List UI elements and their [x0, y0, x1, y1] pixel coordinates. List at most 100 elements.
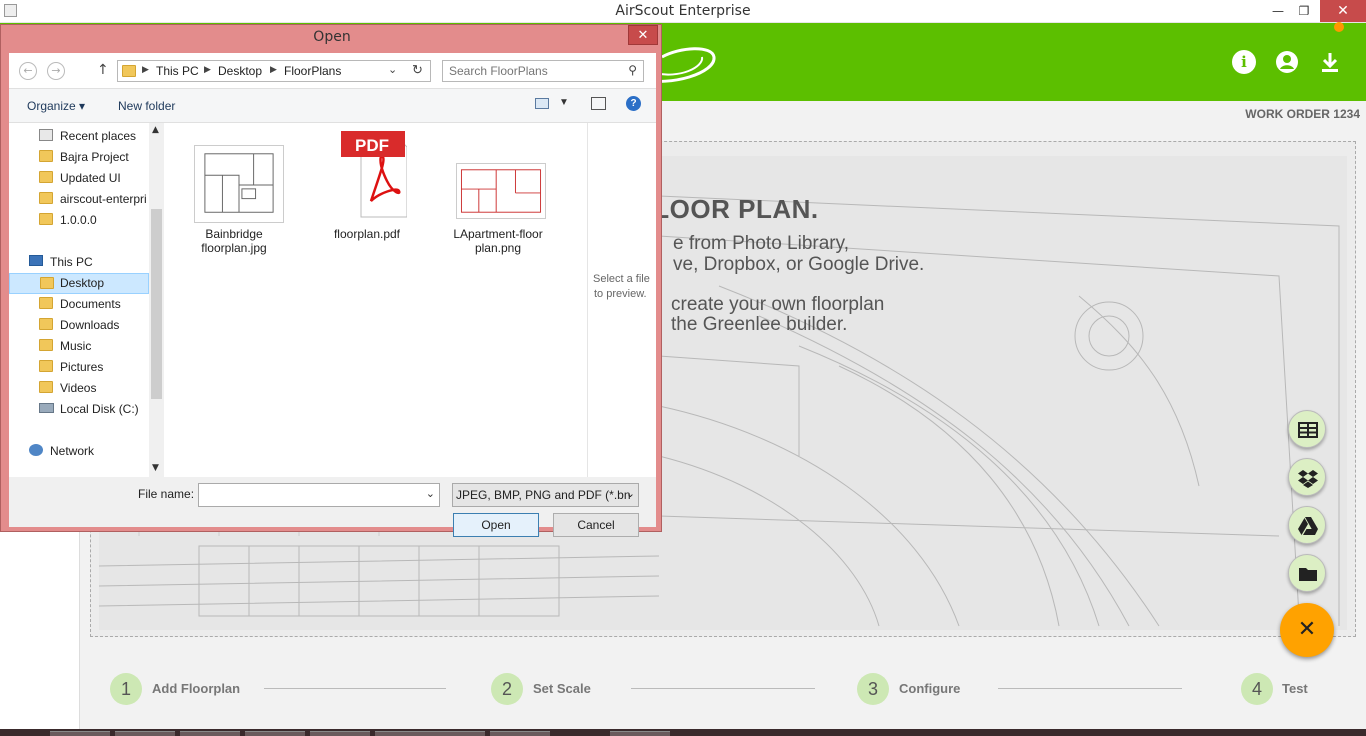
chevron-down-icon[interactable]: ⌄: [626, 487, 635, 500]
file-name-field[interactable]: ⌄: [198, 483, 440, 507]
file-name-input[interactable]: [203, 487, 413, 501]
step-4-circle: 4: [1241, 673, 1273, 705]
file-type-select[interactable]: JPEG, BMP, PNG and PDF (*.bn ⌄: [452, 483, 639, 507]
folder-icon: [39, 171, 53, 183]
chevron-down-icon[interactable]: ⌄: [426, 487, 435, 500]
folder-icon: [39, 297, 53, 309]
file-name-line-2: floorplan.jpg: [201, 241, 267, 255]
taskbar-button[interactable]: [180, 731, 240, 736]
window-title: AirScout Enterprise: [615, 3, 751, 19]
dialog-close-button[interactable]: ✕: [628, 25, 658, 45]
scroll-down-icon[interactable]: ▼: [152, 463, 159, 473]
nav-item-downloads[interactable]: Downloads: [9, 315, 149, 336]
taskbar-button[interactable]: [425, 731, 485, 736]
nav-item-label: airscout-enterpri: [60, 192, 147, 206]
back-button[interactable]: ←: [19, 62, 37, 80]
forward-button[interactable]: →: [47, 62, 65, 80]
step-divider: [998, 688, 1182, 689]
nav-item-local-disk[interactable]: Local Disk (C:): [9, 399, 149, 420]
search-input[interactable]: [449, 64, 619, 78]
nav-item-airscout-enterprise[interactable]: airscout-enterpri: [9, 189, 149, 210]
taskbar-button[interactable]: [115, 731, 175, 736]
folder-icon: [39, 318, 53, 330]
preview-pane-icon[interactable]: [591, 97, 606, 110]
scroll-up-icon[interactable]: ▲: [152, 125, 159, 135]
nav-item-network[interactable]: Network: [9, 441, 149, 462]
close-fab-menu-button[interactable]: ✕: [1280, 603, 1334, 657]
file-name-line-1: Bainbridge: [205, 227, 263, 241]
address-row: ← → ↑ ▶ This PC ▶ Desktop ▶ FloorPlans ⌄…: [9, 53, 656, 89]
download-icon[interactable]: [1318, 50, 1342, 74]
nav-item-documents[interactable]: Documents: [9, 294, 149, 315]
breadcrumb-chevron-icon: ▶: [204, 64, 211, 74]
scrollbar-thumb[interactable]: [151, 209, 162, 399]
nav-item-this-pc[interactable]: This PC: [9, 252, 149, 273]
breadcrumb-desktop[interactable]: Desktop: [218, 64, 262, 78]
new-folder-button[interactable]: New folder: [118, 99, 175, 113]
nav-item-videos[interactable]: Videos: [9, 378, 149, 399]
cancel-button[interactable]: Cancel: [553, 513, 639, 537]
chevron-down-icon[interactable]: ▼: [559, 97, 569, 108]
nav-item-updated-ui[interactable]: Updated UI: [9, 168, 149, 189]
nav-item-label: Desktop: [60, 276, 105, 290]
folder-icon: [122, 65, 136, 77]
floorplan-thumbnail-image: [194, 145, 284, 223]
account-icon[interactable]: [1275, 50, 1299, 74]
nav-item-recent-places[interactable]: Recent places: [9, 126, 149, 147]
builder-fab[interactable]: [1288, 410, 1326, 448]
file-item-floorplan-pdf[interactable]: PDF floorplan.pdf: [317, 131, 417, 241]
nav-item-label: Updated UI: [60, 171, 121, 185]
folder-icon: [39, 339, 53, 351]
help-icon[interactable]: ?: [626, 96, 641, 111]
search-field[interactable]: ⚲: [442, 60, 644, 82]
up-arrow-icon[interactable]: ↑: [97, 62, 109, 78]
step-divider: [631, 688, 815, 689]
nav-item-1000[interactable]: 1.0.0.0: [9, 210, 149, 231]
window-close-button[interactable]: ✕: [1320, 0, 1366, 22]
taskbar-button[interactable]: [490, 731, 550, 736]
pdf-file-icon: PDF: [341, 131, 407, 218]
drop-zone-line-1: e from Photo Library,: [673, 233, 850, 254]
nav-item-label: Music: [60, 339, 92, 353]
breadcrumb-chevron-icon: ▶: [270, 64, 277, 74]
file-item-lapartment[interactable]: LApartment-floor plan.png: [448, 159, 548, 259]
local-folder-fab[interactable]: [1288, 554, 1326, 592]
breadcrumb-floorplans[interactable]: FloorPlans: [284, 64, 341, 78]
nav-item-music[interactable]: Music: [9, 336, 149, 357]
google-drive-icon: [1298, 517, 1318, 535]
nav-item-label: This PC: [50, 255, 93, 269]
google-drive-fab[interactable]: [1288, 506, 1326, 544]
taskbar-button[interactable]: [50, 731, 110, 736]
nav-scrollbar[interactable]: ▲ ▼: [149, 123, 164, 477]
taskbar-button[interactable]: [245, 731, 305, 736]
nav-item-label: Network: [50, 444, 95, 458]
step-2-label: Set Scale: [533, 681, 591, 696]
window-title-bar: AirScout Enterprise — ❐ ✕: [0, 0, 1366, 23]
nav-item-pictures[interactable]: Pictures: [9, 357, 149, 378]
open-button[interactable]: Open: [453, 513, 539, 537]
maximize-button[interactable]: ❐: [1290, 0, 1318, 22]
drop-zone-line-2: ve, Dropbox, or Google Drive.: [673, 254, 925, 275]
nav-item-label: Videos: [60, 381, 97, 395]
taskbar-button[interactable]: [610, 731, 670, 736]
dropbox-fab[interactable]: [1288, 458, 1326, 496]
step-1-circle: 1: [110, 673, 142, 705]
folder-icon: [1299, 568, 1317, 581]
taskbar-button[interactable]: [310, 731, 370, 736]
address-bar[interactable]: ▶ This PC ▶ Desktop ▶ FloorPlans ⌄ ↻: [117, 60, 431, 82]
step-3-label: Configure: [899, 681, 961, 696]
breadcrumb-this-pc[interactable]: This PC: [156, 64, 199, 78]
chevron-down-icon[interactable]: ⌄: [388, 63, 397, 76]
search-icon[interactable]: ⚲: [628, 63, 637, 77]
pdf-badge-label: PDF: [355, 136, 389, 155]
minimize-button[interactable]: —: [1264, 0, 1292, 22]
refresh-icon[interactable]: ↻: [412, 62, 423, 78]
nav-item-desktop[interactable]: Desktop: [9, 273, 149, 294]
organize-menu[interactable]: Organize ▾: [27, 99, 85, 113]
nav-item-bajra-project[interactable]: Bajra Project: [9, 147, 149, 168]
nav-item-label: Local Disk (C:): [60, 402, 139, 416]
view-options-icon[interactable]: [535, 98, 549, 109]
file-type-value: JPEG, BMP, PNG and PDF (*.bn: [456, 488, 631, 502]
file-item-bainbridge[interactable]: Bainbridge floorplan.jpg: [184, 141, 284, 261]
info-icon[interactable]: i: [1232, 50, 1256, 74]
